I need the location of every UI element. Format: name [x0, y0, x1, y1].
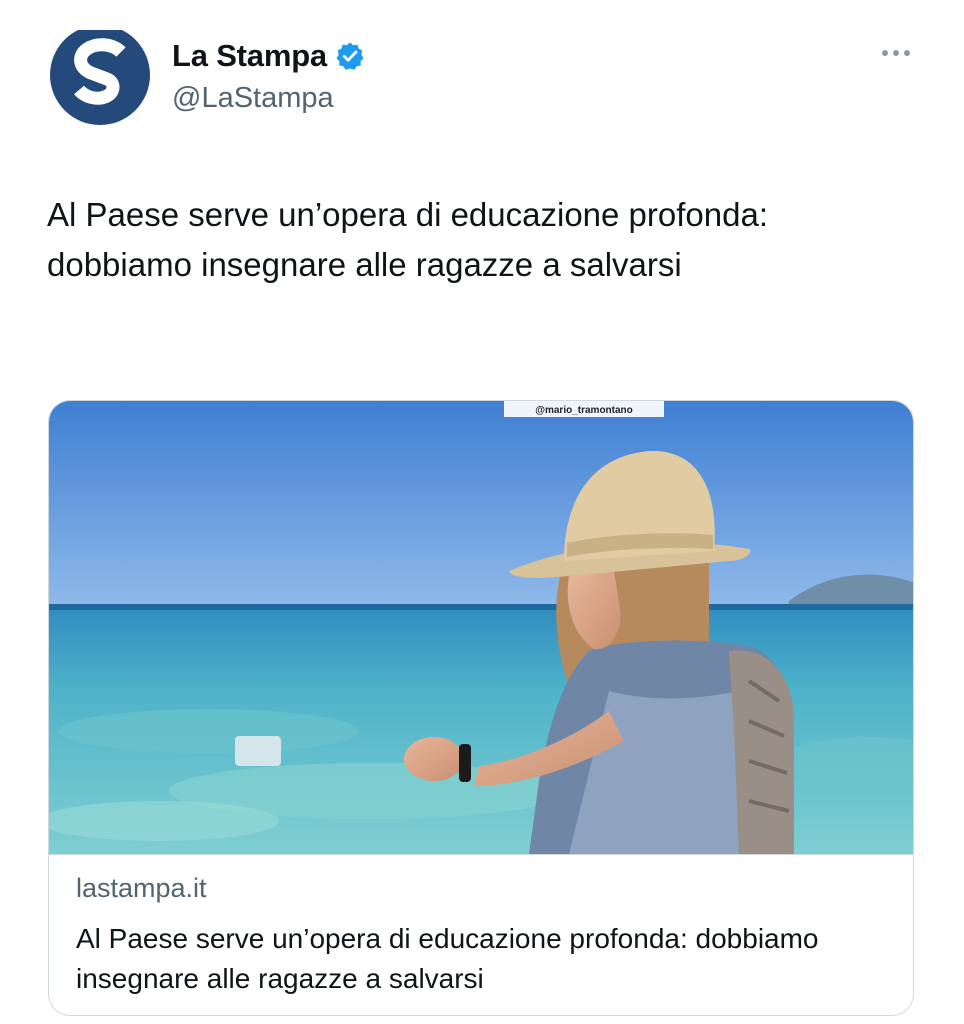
link-card-image[interactable]: @mario_tramontano [49, 401, 913, 854]
more-dot [882, 50, 888, 56]
account-handle[interactable]: @LaStampa [172, 82, 334, 115]
account-name-row[interactable]: La Stampa [172, 34, 365, 78]
link-card-domain: lastampa.it [76, 873, 207, 903]
avatar[interactable] [47, 22, 153, 128]
verified-badge-icon [335, 41, 365, 71]
link-card-title: Al Paese serve un’opera di educazione pr… [76, 923, 819, 994]
tweet-text: Al Paese serve un’opera di educazione pr… [47, 196, 768, 283]
link-card[interactable]: @mario_tramontano lastampa.it Al Paese s… [48, 400, 914, 1016]
more-dot [893, 50, 899, 56]
card-divider [49, 854, 913, 855]
image-watermark: @mario_tramontano [535, 405, 633, 416]
account-display-name[interactable]: La Stampa [172, 38, 327, 74]
la-stampa-logo-icon [50, 22, 150, 125]
more-options-icon[interactable] [872, 38, 920, 68]
more-dot [904, 50, 910, 56]
